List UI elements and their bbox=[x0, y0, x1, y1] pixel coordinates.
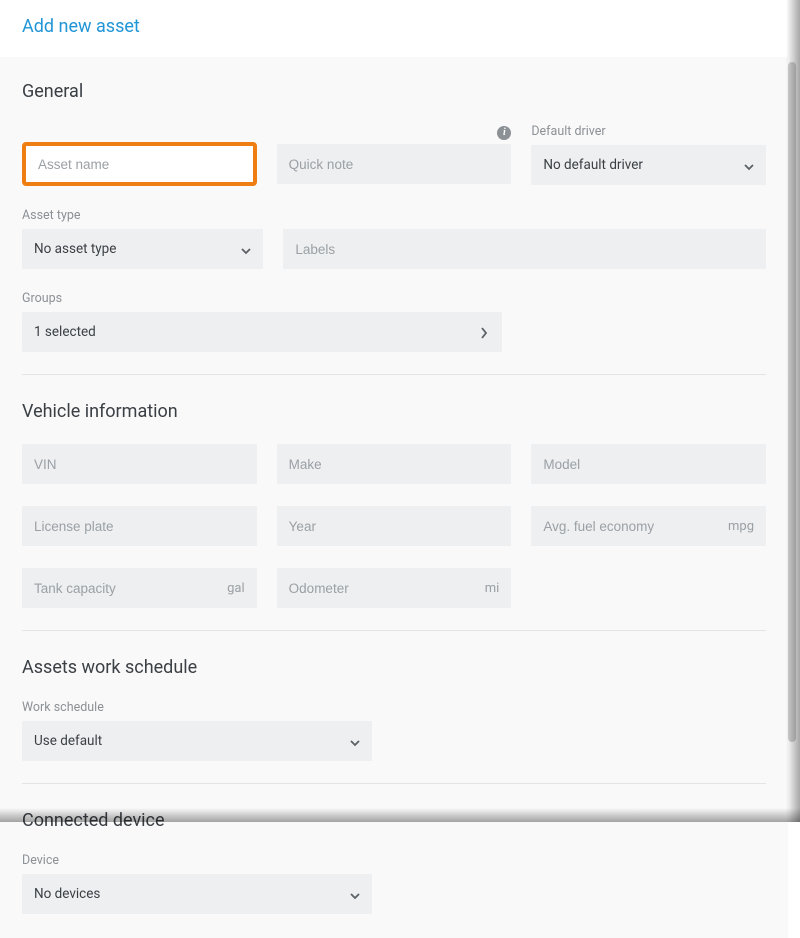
tank-input[interactable] bbox=[34, 581, 227, 596]
chevron-down-icon bbox=[350, 736, 360, 746]
device-select[interactable]: No devices bbox=[22, 874, 372, 914]
default-driver-select[interactable]: No default driver bbox=[531, 145, 766, 185]
info-icon[interactable]: i bbox=[497, 126, 511, 140]
work-schedule-label: Work schedule bbox=[22, 700, 766, 715]
section-heading-connected-device: Connected device bbox=[22, 810, 766, 831]
avg-fuel-unit: mpg bbox=[728, 519, 754, 534]
divider bbox=[22, 783, 766, 784]
asset-type-value: No asset type bbox=[34, 241, 116, 257]
labels-spacer bbox=[283, 208, 766, 223]
vin-input[interactable] bbox=[22, 444, 257, 484]
labels-input[interactable] bbox=[283, 229, 766, 269]
section-heading-general: General bbox=[22, 81, 766, 102]
section-heading-vehicle: Vehicle information bbox=[22, 401, 766, 422]
tank-unit: gal bbox=[227, 581, 245, 596]
asset-type-label: Asset type bbox=[22, 208, 263, 223]
section-heading-work-schedule: Assets work schedule bbox=[22, 657, 766, 678]
chevron-down-icon bbox=[241, 244, 251, 254]
odometer-field[interactable]: mi bbox=[277, 568, 512, 608]
odometer-unit: mi bbox=[485, 581, 500, 596]
page-title: Add new asset bbox=[22, 16, 766, 37]
tank-field[interactable]: gal bbox=[22, 568, 257, 608]
scrollbar[interactable] bbox=[788, 62, 796, 742]
quick-note-input[interactable] bbox=[277, 144, 512, 184]
year-input[interactable] bbox=[277, 506, 512, 546]
divider bbox=[22, 374, 766, 375]
device-label: Device bbox=[22, 853, 766, 868]
default-driver-label: Default driver bbox=[531, 124, 766, 139]
chevron-down-icon bbox=[350, 889, 360, 899]
work-schedule-value: Use default bbox=[34, 733, 102, 749]
default-driver-value: No default driver bbox=[543, 157, 643, 173]
make-input[interactable] bbox=[277, 444, 512, 484]
groups-label: Groups bbox=[22, 291, 766, 306]
work-schedule-select[interactable]: Use default bbox=[22, 721, 372, 761]
license-plate-input[interactable] bbox=[22, 506, 257, 546]
chevron-down-icon bbox=[744, 160, 754, 170]
chevron-right-icon bbox=[480, 327, 490, 337]
groups-select[interactable]: 1 selected bbox=[22, 312, 502, 352]
device-value: No devices bbox=[34, 886, 100, 902]
groups-value: 1 selected bbox=[34, 324, 96, 340]
asset-name-input[interactable] bbox=[26, 146, 253, 182]
asset-type-select[interactable]: No asset type bbox=[22, 229, 263, 269]
divider bbox=[22, 630, 766, 631]
avg-fuel-input[interactable] bbox=[543, 519, 728, 534]
odometer-input[interactable] bbox=[289, 581, 485, 596]
avg-fuel-field[interactable]: mpg bbox=[531, 506, 766, 546]
model-input[interactable] bbox=[531, 444, 766, 484]
